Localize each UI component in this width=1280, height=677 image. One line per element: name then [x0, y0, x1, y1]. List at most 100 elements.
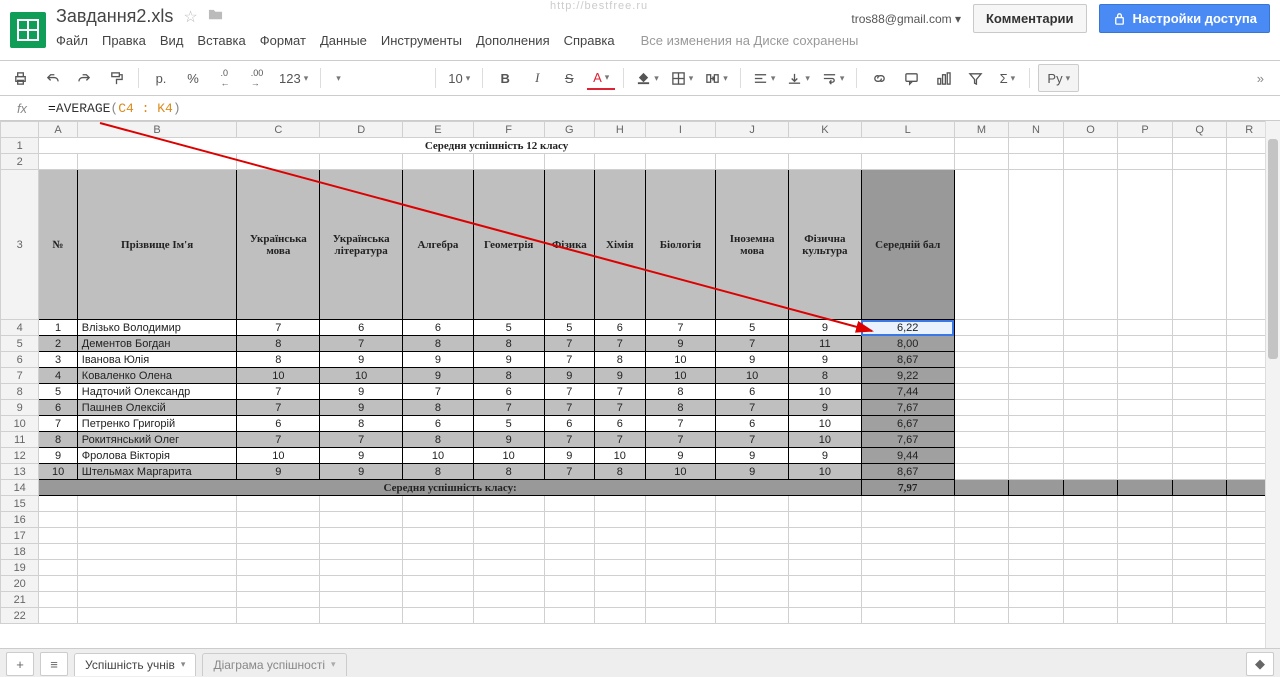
cell[interactable] — [1118, 528, 1173, 544]
cell[interactable] — [1063, 416, 1118, 432]
cell[interactable] — [954, 400, 1009, 416]
cell-grade[interactable]: 6 — [544, 416, 595, 432]
cell[interactable] — [1009, 560, 1064, 576]
cell-grade[interactable]: 9 — [320, 448, 403, 464]
menu-format[interactable]: Формат — [260, 33, 306, 48]
cell[interactable] — [320, 560, 403, 576]
cell[interactable] — [1009, 592, 1064, 608]
cell-grade[interactable]: 10 — [789, 416, 862, 432]
cell[interactable] — [954, 320, 1009, 336]
cell-grade[interactable]: 6 — [716, 416, 789, 432]
cell[interactable] — [861, 496, 954, 512]
cell[interactable] — [789, 544, 862, 560]
cell-grade[interactable]: 8 — [237, 352, 320, 368]
all-sheets-button[interactable]: ≡ — [40, 652, 68, 676]
cell-grade[interactable]: 6 — [595, 416, 646, 432]
cell-average[interactable]: 8,00 — [861, 336, 954, 352]
cell[interactable] — [1009, 608, 1064, 624]
cell[interactable] — [1063, 448, 1118, 464]
cell-grade[interactable]: 7 — [645, 416, 716, 432]
cell-name[interactable]: Дементов Богдан — [77, 336, 237, 352]
cell[interactable] — [320, 576, 403, 592]
cell-grade[interactable]: 9 — [544, 448, 595, 464]
tab-inactive[interactable]: Діаграма успішності▾ — [202, 653, 346, 676]
cell-grade[interactable]: 7 — [237, 384, 320, 400]
cell-grade[interactable]: 5 — [473, 416, 544, 432]
cell[interactable] — [473, 592, 544, 608]
cell[interactable] — [77, 154, 237, 170]
cell[interactable] — [1118, 416, 1173, 432]
cell[interactable] — [403, 154, 474, 170]
cell-name[interactable]: Надточий Олександр — [77, 384, 237, 400]
cell[interactable] — [1172, 368, 1227, 384]
cell[interactable] — [1118, 384, 1173, 400]
cell[interactable] — [544, 528, 595, 544]
cell-grade[interactable]: 10 — [789, 384, 862, 400]
cell[interactable] — [954, 432, 1009, 448]
cell[interactable] — [1063, 154, 1118, 170]
col-header[interactable]: Q — [1172, 122, 1227, 138]
cell-grade[interactable]: 7 — [595, 336, 646, 352]
cell[interactable] — [237, 496, 320, 512]
explore-button[interactable]: ◆ — [1246, 652, 1274, 676]
cell[interactable] — [1172, 576, 1227, 592]
row-header[interactable]: 11 — [1, 432, 39, 448]
strike-button[interactable]: S — [555, 67, 583, 89]
cell-grade[interactable]: 11 — [789, 336, 862, 352]
star-icon[interactable]: ☆ — [183, 7, 197, 27]
cell[interactable] — [1172, 154, 1227, 170]
tab-active[interactable]: Успішність учнів▾ — [74, 653, 196, 676]
cell[interactable] — [954, 496, 1009, 512]
cell[interactable] — [1118, 336, 1173, 352]
cell-average[interactable]: 8,67 — [861, 352, 954, 368]
cell-grade[interactable]: 7 — [237, 432, 320, 448]
cell[interactable] — [39, 592, 77, 608]
cell[interactable] — [403, 496, 474, 512]
cell[interactable] — [645, 528, 716, 544]
borders-icon[interactable] — [667, 67, 698, 89]
cell[interactable] — [1009, 528, 1064, 544]
table-header[interactable]: Українськалітература — [320, 170, 403, 320]
format-currency[interactable]: р. — [147, 67, 175, 89]
cell[interactable] — [954, 608, 1009, 624]
cell-average[interactable]: 6,22 — [861, 320, 954, 336]
row-header[interactable]: 12 — [1, 448, 39, 464]
cell[interactable] — [716, 608, 789, 624]
cell[interactable] — [861, 512, 954, 528]
text-color[interactable]: A — [587, 66, 615, 90]
cell-grade[interactable]: 8 — [403, 464, 474, 480]
cell[interactable] — [1172, 592, 1227, 608]
cell[interactable] — [1172, 320, 1227, 336]
cell[interactable] — [716, 592, 789, 608]
cell[interactable] — [1172, 432, 1227, 448]
cell[interactable] — [1009, 480, 1064, 496]
cell-num[interactable]: 2 — [39, 336, 77, 352]
cell[interactable] — [1063, 592, 1118, 608]
cell[interactable] — [954, 384, 1009, 400]
cell[interactable] — [1118, 352, 1173, 368]
paint-format-icon[interactable] — [102, 67, 130, 89]
redo-icon[interactable] — [70, 67, 98, 89]
filter-icon[interactable] — [961, 67, 989, 89]
cell[interactable] — [1063, 384, 1118, 400]
cell[interactable] — [1009, 368, 1064, 384]
cell[interactable] — [320, 154, 403, 170]
cell-name[interactable]: Штельмах Маргарита — [77, 464, 237, 480]
cell-grade[interactable]: 9 — [645, 336, 716, 352]
cell-grade[interactable]: 7 — [544, 400, 595, 416]
cell[interactable] — [39, 560, 77, 576]
cell[interactable] — [1009, 576, 1064, 592]
cell[interactable] — [954, 544, 1009, 560]
cell-grade[interactable]: 7 — [595, 432, 646, 448]
cell-grade[interactable]: 10 — [645, 368, 716, 384]
row-header[interactable]: 16 — [1, 512, 39, 528]
cell[interactable] — [1118, 576, 1173, 592]
functions-icon[interactable]: Σ — [993, 67, 1021, 89]
cell[interactable] — [403, 576, 474, 592]
cell[interactable] — [1172, 544, 1227, 560]
cell-num[interactable]: 1 — [39, 320, 77, 336]
cell-grade[interactable]: 8 — [595, 464, 646, 480]
cell[interactable] — [1009, 512, 1064, 528]
cell[interactable] — [1172, 170, 1227, 320]
row-header[interactable]: 21 — [1, 592, 39, 608]
